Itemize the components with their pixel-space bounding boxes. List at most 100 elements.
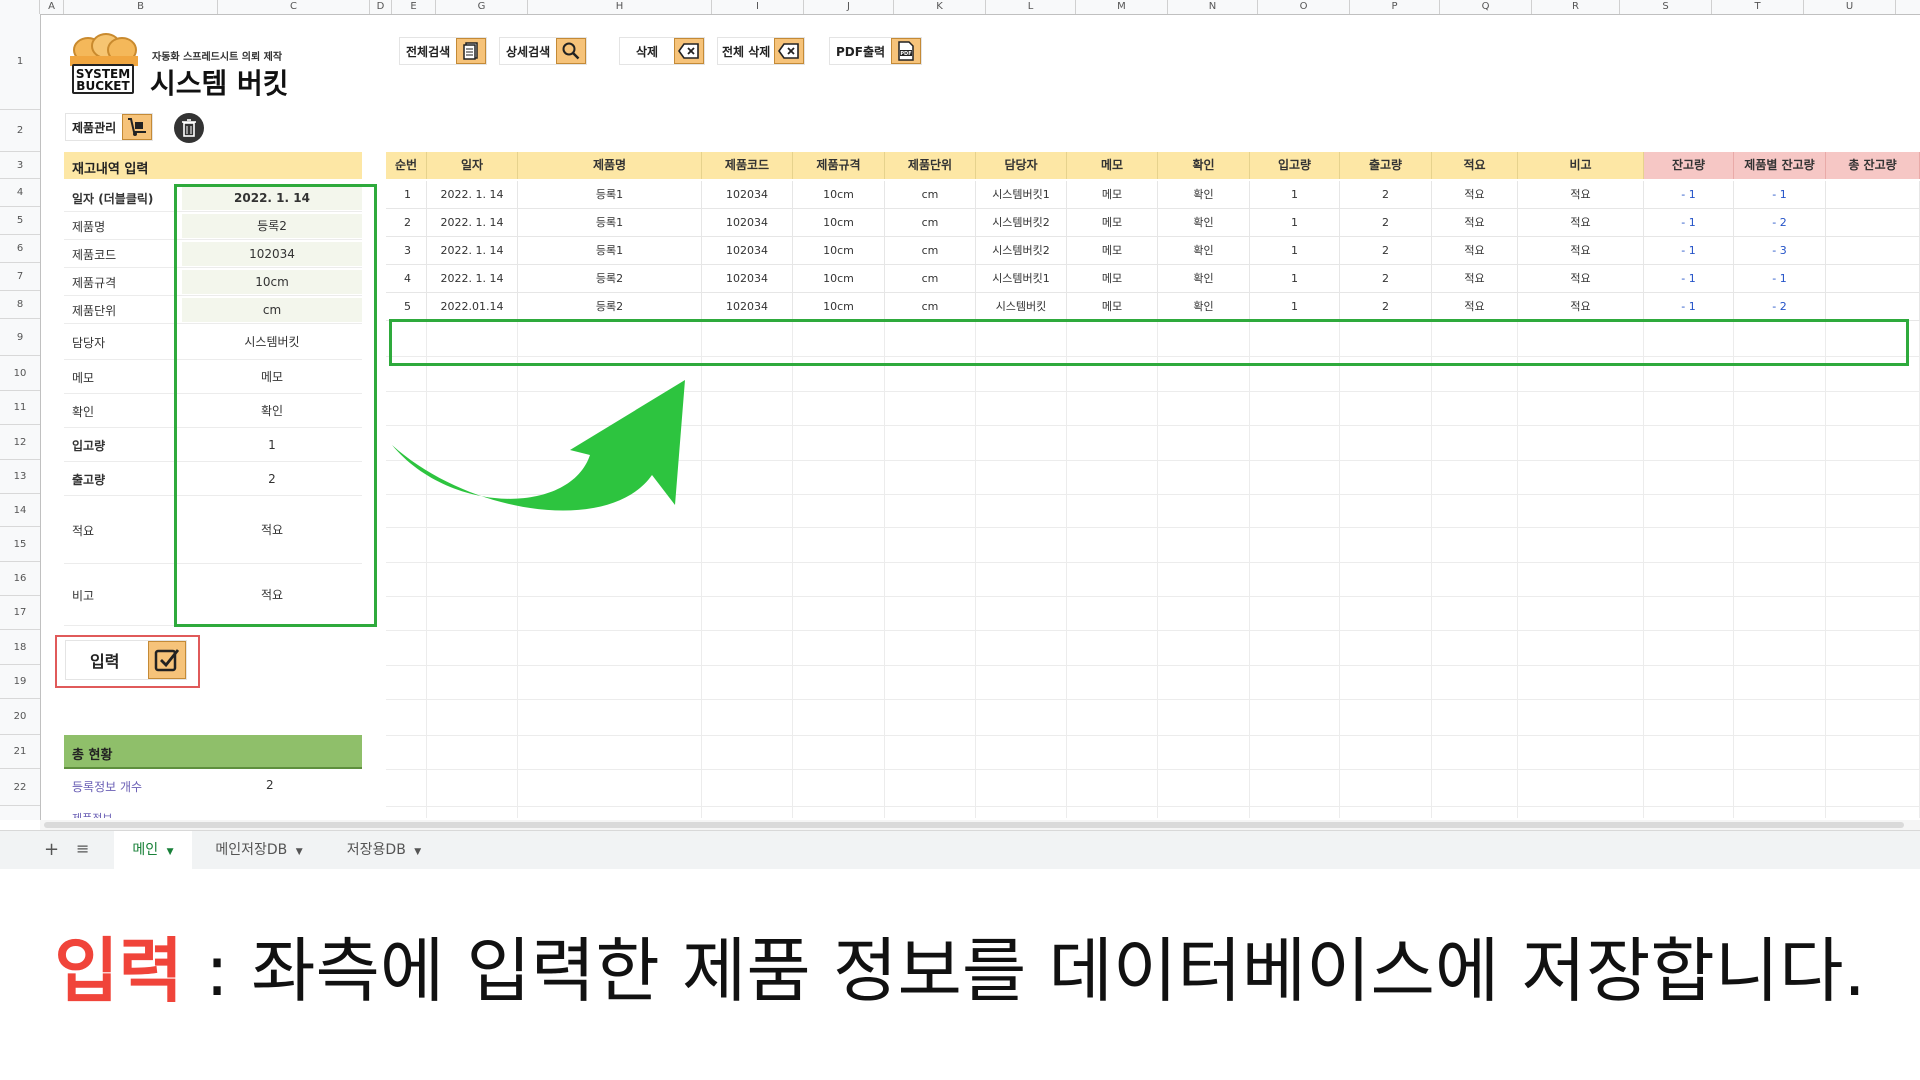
table-cell[interactable]: 2 [1340,265,1432,293]
sheet-list-icon[interactable]: ≡ [76,839,89,858]
detail-search-button[interactable]: 상세검색 [500,38,587,64]
table-cell[interactable]: cm [885,265,976,293]
table-cell[interactable]: 적요 [1518,181,1644,209]
row-number-cell[interactable]: 9 [0,319,40,356]
row-number-cell[interactable]: 2 [0,110,40,152]
table-cell[interactable]: - 1 [1644,209,1734,237]
table-cell[interactable]: 적요 [1432,265,1518,293]
table-cell[interactable]: 적요 [1518,209,1644,237]
table-cell[interactable]: 등록2 [518,265,702,293]
table-cell[interactable]: 메모 [1067,181,1158,209]
table-cell[interactable]: 10cm [793,181,885,209]
table-cell[interactable]: 102034 [702,265,793,293]
table-cell[interactable]: 2 [1340,181,1432,209]
row-number-cell[interactable]: 6 [0,235,40,263]
table-cell[interactable]: 시스템버킷2 [976,209,1067,237]
row-number-cell[interactable]: 10 [0,356,40,391]
table-cell[interactable]: 시스템버킷2 [976,237,1067,265]
table-cell[interactable]: 5 [386,293,427,321]
column-header-cell[interactable]: S [1620,0,1712,14]
table-cell[interactable]: 확인 [1158,293,1250,321]
delete-all-button[interactable]: 전체 삭제 [718,38,805,64]
table-cell[interactable]: 102034 [702,181,793,209]
column-header-cell[interactable]: B [64,0,218,14]
table-cell[interactable]: - 1 [1734,181,1826,209]
table-cell[interactable]: - 3 [1734,237,1826,265]
sheet-tab-storage-db[interactable]: 저장용DB ▼ [326,831,442,869]
table-cell[interactable]: 3 [386,237,427,265]
table-cell[interactable]: 적요 [1432,293,1518,321]
table-cell[interactable]: - 1 [1734,265,1826,293]
table-cell[interactable] [1826,237,1920,265]
table-header-cell[interactable]: 제품별 잔고량 [1734,152,1826,179]
column-header-cell[interactable]: D [370,0,392,14]
table-header-cell[interactable]: 출고량 [1340,152,1432,179]
table-cell[interactable]: 2 [386,209,427,237]
row-number-cell[interactable]: 13 [0,460,40,494]
table-cell[interactable]: 10cm [793,209,885,237]
full-search-button[interactable]: 전체검색 [400,38,487,64]
table-header-cell[interactable]: 제품명 [518,152,702,179]
column-header-cell[interactable]: R [1532,0,1620,14]
table-cell[interactable]: - 1 [1644,293,1734,321]
table-cell[interactable]: 확인 [1158,209,1250,237]
table-header-cell[interactable]: 담당자 [976,152,1067,179]
row-number-cell[interactable]: 18 [0,630,40,665]
row-number-cell[interactable]: 11 [0,391,40,425]
row-number-cell[interactable]: 17 [0,596,40,630]
table-header-cell[interactable]: 적요 [1432,152,1518,179]
table-cell[interactable]: 시스템버킷1 [976,265,1067,293]
column-header-cell[interactable]: H [528,0,712,14]
sheet-tab-main-db[interactable]: 메인저장DB ▼ [196,831,322,869]
table-header-cell[interactable]: 일자 [427,152,518,179]
horizontal-scrollbar[interactable] [40,820,1920,830]
delete-button[interactable]: 삭제 [620,38,705,64]
product-manage-button[interactable]: 제품관리 [66,114,153,140]
column-header-cell[interactable]: U [1804,0,1896,14]
table-cell[interactable]: 4 [386,265,427,293]
table-cell[interactable]: cm [885,181,976,209]
table-cell[interactable]: 2022. 1. 14 [427,181,518,209]
table-cell[interactable]: 102034 [702,237,793,265]
column-header-cell[interactable]: L [986,0,1076,14]
row-number-cell[interactable]: 12 [0,425,40,460]
column-header-cell[interactable]: K [894,0,986,14]
add-sheet-icon[interactable]: + [44,839,59,860]
table-cell[interactable]: 적요 [1518,293,1644,321]
table-cell[interactable]: 메모 [1067,209,1158,237]
table-cell[interactable]: 102034 [702,209,793,237]
table-cell[interactable]: 확인 [1158,237,1250,265]
table-cell[interactable]: - 1 [1644,265,1734,293]
table-cell[interactable]: 1 [1250,237,1340,265]
table-cell[interactable]: 2 [1340,293,1432,321]
row-number-cell[interactable]: 16 [0,562,40,596]
column-header-cell[interactable]: Q [1440,0,1532,14]
row-number-cell[interactable]: 4 [0,179,40,207]
table-cell[interactable]: 2 [1340,209,1432,237]
column-header-cell[interactable]: G [436,0,528,14]
sheet-tab-main[interactable]: 메인 ▼ [114,831,192,869]
column-header-cell[interactable]: I [712,0,804,14]
table-cell[interactable]: 등록1 [518,209,702,237]
row-number-cell[interactable]: 5 [0,207,40,235]
table-cell[interactable]: 10cm [793,265,885,293]
table-header-cell[interactable]: 확인 [1158,152,1250,179]
row-number-cell[interactable]: 8 [0,291,40,319]
table-cell[interactable] [1826,209,1920,237]
table-cell[interactable]: 적요 [1432,237,1518,265]
pdf-export-button[interactable]: PDF출력 PDF [830,38,922,64]
table-cell[interactable]: 2022.01.14 [427,293,518,321]
table-cell[interactable] [1826,181,1920,209]
table-cell[interactable]: 시스템버킷 [976,293,1067,321]
table-cell[interactable]: - 2 [1734,209,1826,237]
table-cell[interactable] [1826,293,1920,321]
row-number-cell[interactable]: 1 [0,14,40,110]
table-cell[interactable]: 메모 [1067,237,1158,265]
table-header-cell[interactable]: 제품코드 [702,152,793,179]
trash-icon[interactable] [174,113,204,143]
column-header-cell[interactable]: E [392,0,436,14]
table-header-cell[interactable]: 제품단위 [885,152,976,179]
column-header-cell[interactable]: N [1168,0,1258,14]
scrollbar-thumb[interactable] [44,822,1904,828]
table-cell[interactable]: 메모 [1067,293,1158,321]
